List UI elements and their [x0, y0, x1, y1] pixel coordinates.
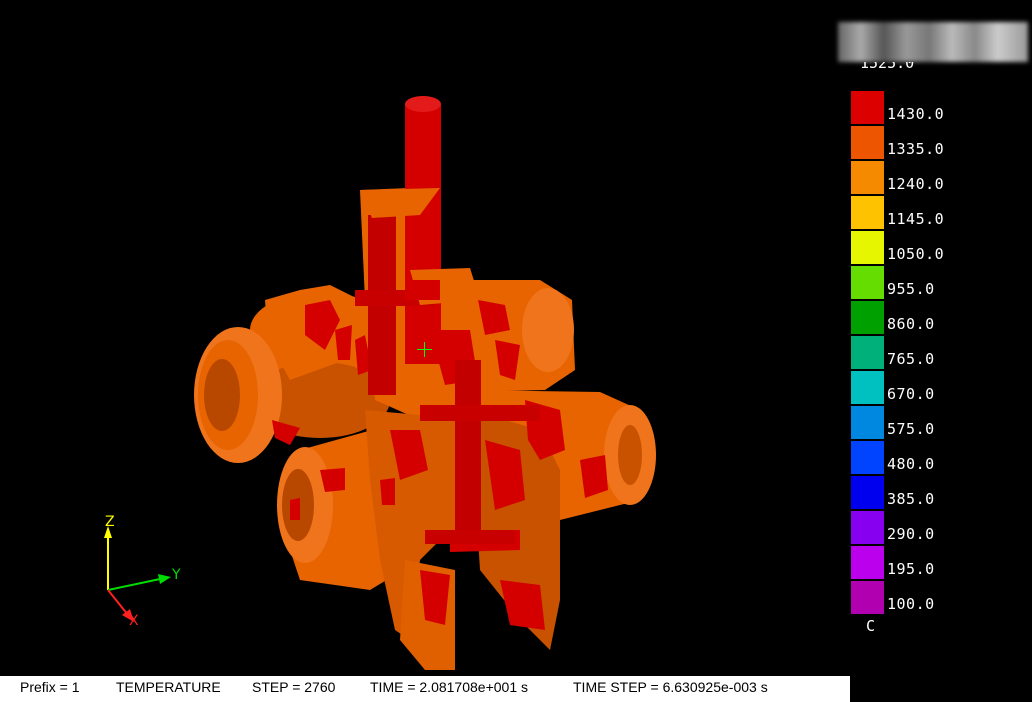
legend-value-label: 385.0: [887, 490, 935, 508]
legend-color-swatch: [851, 371, 884, 404]
legend-value-label: 860.0: [887, 315, 935, 333]
legend-value-label: 1335.0: [887, 140, 945, 158]
legend-color-swatch: [851, 511, 884, 544]
legend-unit: C: [866, 617, 876, 635]
legend-color-swatch: [851, 581, 884, 614]
legend-color-swatch: [851, 126, 884, 159]
legend-color-swatch: [851, 301, 884, 334]
legend-value-label: 1145.0: [887, 210, 945, 228]
legend-color-swatch: [851, 161, 884, 194]
legend-value-label: 1240.0: [887, 175, 945, 193]
status-variable: TEMPERATURE: [116, 679, 221, 695]
legend-value-label: 1050.0: [887, 245, 945, 263]
axis-z-label: Z: [105, 514, 115, 530]
axis-triad: Z Y X: [104, 514, 181, 627]
legend-value-label: 480.0: [887, 455, 935, 473]
status-time: TIME = 2.081708e+001 s: [370, 679, 528, 695]
legend-value-label: 575.0: [887, 420, 935, 438]
legend-value-label: 100.0: [887, 595, 935, 613]
legend-value-label: 195.0: [887, 560, 935, 578]
status-time-step: TIME STEP = 6.630925e-003 s: [573, 679, 768, 695]
legend-color-swatch: [851, 336, 884, 369]
legend-value-label: 1430.0: [887, 105, 945, 123]
status-bar: Prefix = 1 TEMPERATURE STEP = 2760 TIME …: [0, 676, 850, 702]
legend-color-swatch: [851, 476, 884, 509]
legend-color-swatch: [851, 231, 884, 264]
legend-value-label: 765.0: [887, 350, 935, 368]
legend-value-label: 290.0: [887, 525, 935, 543]
legend-value-label: 955.0: [887, 280, 935, 298]
status-prefix: Prefix = 1: [20, 679, 80, 695]
legend-top-value: 1525.0: [860, 62, 915, 72]
legend-color-swatch: [851, 266, 884, 299]
legend-color-swatch: [851, 196, 884, 229]
cursor-crosshair: [417, 342, 432, 357]
legend-color-swatch: [851, 406, 884, 439]
legend-color-swatch: [851, 441, 884, 474]
legend-value-label: 670.0: [887, 385, 935, 403]
status-bar-spacer: [850, 676, 1032, 702]
status-step: STEP = 2760: [252, 679, 336, 695]
legend-color-swatch: [851, 546, 884, 579]
blurred-header: [838, 22, 1028, 62]
legend-color-swatch: [851, 91, 884, 124]
axis-x-label: X: [129, 613, 139, 627]
axis-y-label: Y: [171, 567, 181, 583]
